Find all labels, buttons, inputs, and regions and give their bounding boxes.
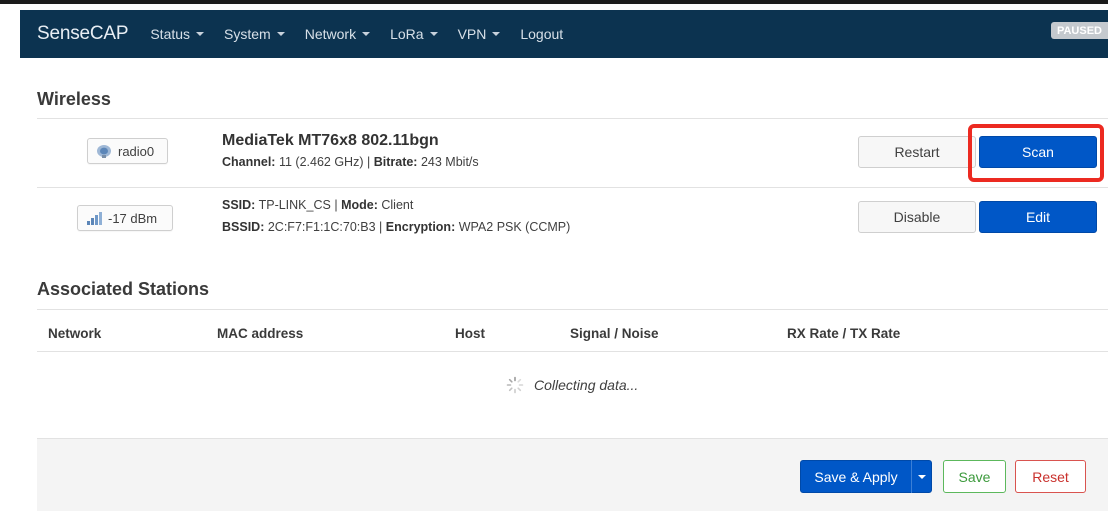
edit-button[interactable]: Edit bbox=[979, 201, 1097, 233]
chevron-down-icon bbox=[917, 474, 926, 479]
network-ssid-line: SSID: TP-LINK_CS | Mode: Client bbox=[222, 198, 413, 212]
menu-system-label: System bbox=[224, 26, 271, 42]
bssid-value: 2C:F7:F1:1C:70:B3 bbox=[267, 220, 376, 234]
column-header-rate: RX Rate / TX Rate bbox=[787, 326, 901, 341]
menu-lora-label: LoRa bbox=[390, 26, 424, 42]
highlight-box bbox=[968, 124, 1104, 182]
window-top-strip bbox=[0, 0, 1108, 4]
signal-strength-icon bbox=[86, 211, 102, 225]
menu-lora[interactable]: LoRa bbox=[390, 26, 438, 42]
menu-status-label: Status bbox=[150, 26, 191, 42]
signal-badge: -17 dBm bbox=[77, 205, 173, 231]
network-bssid-line: BSSID: 2C:F7:F1:1C:70:B3 | Encryption: W… bbox=[222, 220, 570, 234]
disable-button[interactable]: Disable bbox=[858, 201, 976, 233]
device-info: Channel: 11 (2.462 GHz) | Bitrate: 243 M… bbox=[222, 155, 479, 169]
chevron-down-icon bbox=[276, 32, 285, 36]
bitrate-label: Bitrate: bbox=[373, 155, 418, 169]
section-title-wireless: Wireless bbox=[37, 89, 111, 109]
encryption-value: WPA2 PSK (CCMP) bbox=[458, 220, 571, 234]
encryption-label: Encryption: bbox=[385, 220, 456, 234]
status-badge: PAUSED bbox=[1050, 22, 1108, 39]
signal-badge-label: -17 dBm bbox=[108, 210, 158, 226]
reset-button[interactable]: Reset bbox=[1015, 460, 1086, 493]
save-apply-label: Save & Apply bbox=[814, 468, 898, 485]
brand-logo[interactable]: SenseCAP bbox=[37, 23, 129, 45]
spinner-icon bbox=[506, 376, 524, 394]
chevron-down-icon bbox=[492, 32, 501, 36]
wifi-radio-icon bbox=[96, 144, 112, 158]
mode-label: Mode: bbox=[341, 198, 378, 212]
separator: | bbox=[366, 155, 371, 169]
separator: | bbox=[334, 198, 338, 212]
radio-badge-label: radio0 bbox=[118, 143, 155, 159]
column-header-mac: MAC address bbox=[217, 326, 304, 341]
menu-vpn[interactable]: VPN bbox=[458, 26, 501, 42]
divider bbox=[37, 351, 1108, 352]
column-header-signal: Signal / Noise bbox=[570, 326, 659, 341]
channel-value: 11 (2.462 GHz) bbox=[278, 155, 364, 169]
menu-network-label: Network bbox=[304, 26, 357, 42]
ssid-label: SSID: bbox=[222, 198, 256, 212]
menu-vpn-label: VPN bbox=[457, 26, 487, 42]
radio-badge: radio0 bbox=[87, 138, 168, 164]
section-title-stations: Associated Stations bbox=[37, 279, 210, 299]
loading-text: Collecting data... bbox=[534, 377, 639, 393]
navbar: SenseCAP Status System Network LoRa VPN … bbox=[20, 10, 1108, 58]
divider bbox=[37, 187, 1108, 188]
separator: | bbox=[379, 220, 383, 234]
save-button[interactable]: Save bbox=[943, 460, 1006, 493]
column-header-host: Host bbox=[455, 326, 485, 341]
divider bbox=[37, 118, 1108, 119]
menu-logout[interactable]: Logout bbox=[520, 26, 563, 42]
save-apply-button[interactable]: Save & Apply bbox=[800, 460, 932, 493]
restart-button[interactable]: Restart bbox=[858, 136, 976, 168]
column-header-network: Network bbox=[48, 326, 102, 341]
save-apply-dropdown[interactable] bbox=[912, 474, 931, 479]
menu-network[interactable]: Network bbox=[304, 26, 371, 42]
chevron-down-icon bbox=[429, 32, 438, 36]
chevron-down-icon bbox=[196, 32, 205, 36]
ssid-value: TP-LINK_CS bbox=[258, 198, 331, 212]
mode-value: Client bbox=[381, 198, 414, 212]
bssid-label: BSSID: bbox=[222, 220, 265, 234]
divider bbox=[37, 309, 1108, 310]
device-name: MediaTek MT76x8 802.11bgn bbox=[222, 132, 439, 149]
channel-label: Channel: bbox=[222, 155, 276, 169]
loading-indicator: Collecting data... bbox=[506, 376, 638, 394]
menu-status[interactable]: Status bbox=[150, 26, 205, 42]
menu-system[interactable]: System bbox=[224, 26, 285, 42]
chevron-down-icon bbox=[362, 32, 371, 36]
bitrate-value: 243 Mbit/s bbox=[420, 155, 479, 169]
